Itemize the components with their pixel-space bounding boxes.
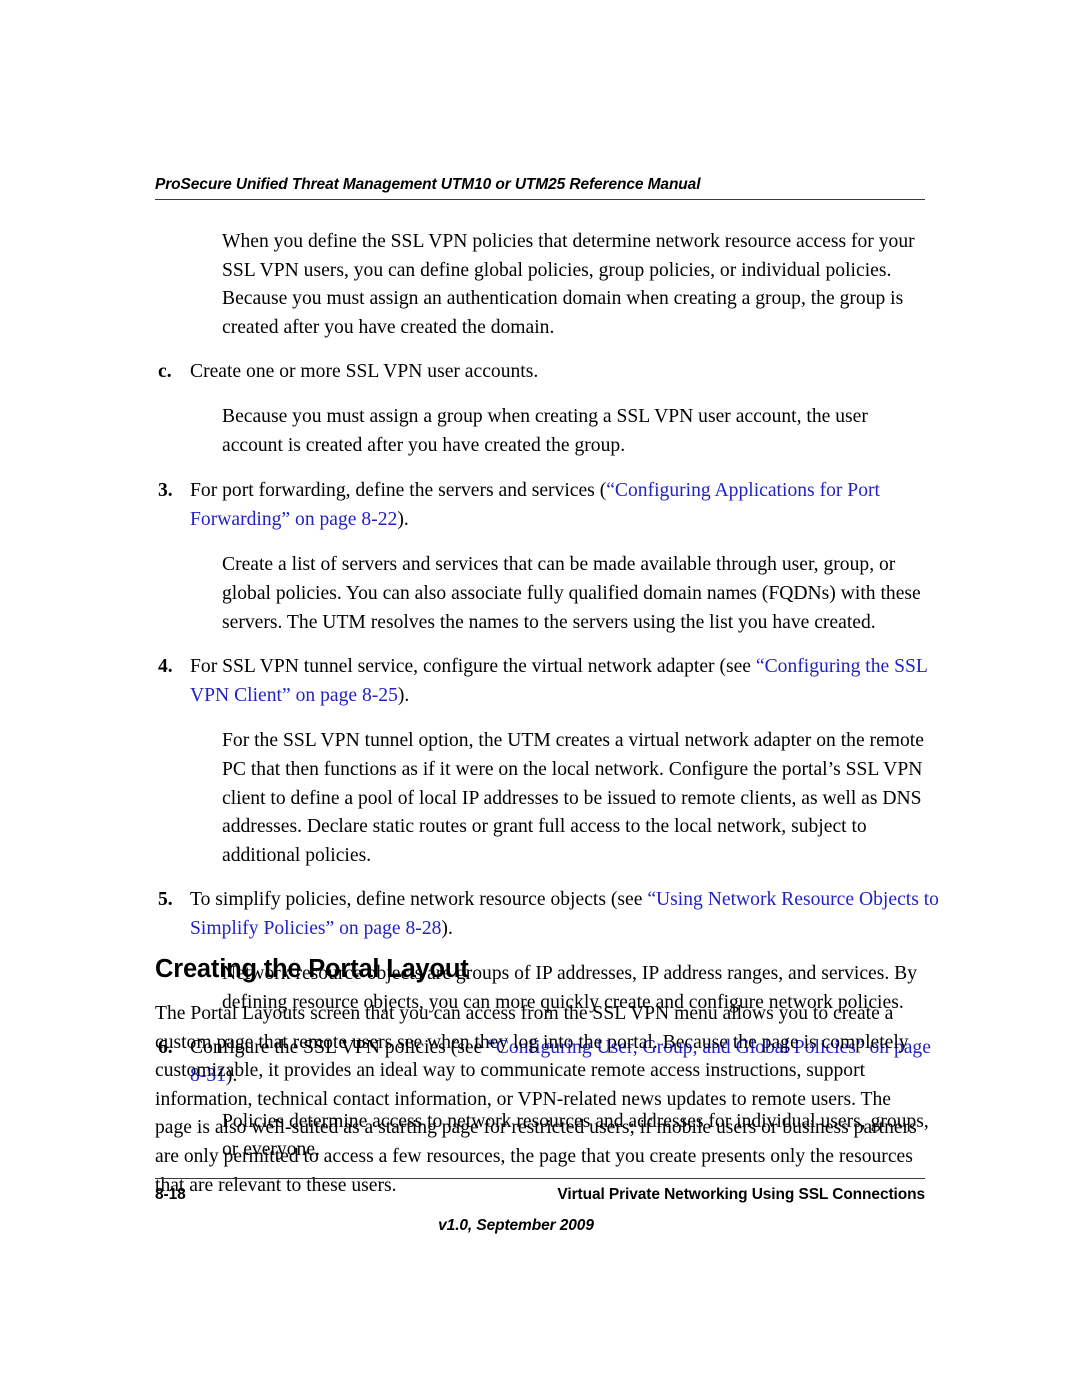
list-marker: 4.	[158, 656, 173, 678]
list-text-after: ).	[397, 508, 409, 530]
list-item-3: 3. For port forwarding, define the serve…	[158, 477, 940, 534]
list-marker: 3.	[158, 480, 173, 502]
list-item-label: To simplify policies, define network res…	[190, 886, 940, 943]
page-header: ProSecure Unified Threat Management UTM1…	[155, 176, 925, 200]
list-text-before: For port forwarding, define the servers …	[190, 480, 607, 502]
footer-row: 8-18 Virtual Private Networking Using SS…	[155, 1186, 925, 1204]
footer-page-number: 8-18	[155, 1186, 186, 1203]
paragraph-after-3: Create a list of servers and services th…	[222, 554, 921, 633]
list-item-label: For port forwarding, define the servers …	[190, 477, 940, 534]
list-item-4: 4. For SSL VPN tunnel service, configure…	[158, 653, 940, 710]
list-item-c: c. Create one or more SSL VPN user accou…	[158, 358, 940, 387]
section-heading: Creating the Portal Layout	[155, 955, 469, 983]
intro-paragraph: When you define the SSL VPN policies tha…	[222, 231, 915, 338]
footer-version: v1.0, September 2009	[438, 1217, 594, 1234]
document-page: ProSecure Unified Threat Management UTM1…	[0, 0, 1080, 1397]
header-divider	[155, 199, 925, 200]
list-item-5: 5. To simplify policies, define network …	[158, 886, 940, 943]
list-marker: c.	[158, 361, 172, 383]
page-footer: 8-18 Virtual Private Networking Using SS…	[155, 1178, 925, 1235]
section-paragraph: The Portal Layouts screen that you can a…	[155, 1003, 917, 1196]
paragraph-after-c: Because you must assign a group when cre…	[222, 405, 868, 456]
list-text-before: For SSL VPN tunnel service, configure th…	[190, 656, 756, 678]
list-text-after: ).	[397, 684, 410, 706]
footer-chapter-title: Virtual Private Networking Using SSL Con…	[557, 1186, 925, 1203]
paragraph-after-4: For the SSL VPN tunnel option, the UTM c…	[222, 730, 924, 866]
list-item-label: For SSL VPN tunnel service, configure th…	[190, 653, 940, 710]
list-item-label: Create one or more SSL VPN user accounts…	[190, 361, 539, 383]
list-marker: 5.	[158, 889, 173, 911]
list-text-before: To simplify policies, define network res…	[190, 889, 648, 911]
running-header-title: ProSecure Unified Threat Management UTM1…	[155, 176, 701, 193]
list-text-after: ).	[441, 917, 453, 939]
footer-divider	[155, 1178, 925, 1179]
